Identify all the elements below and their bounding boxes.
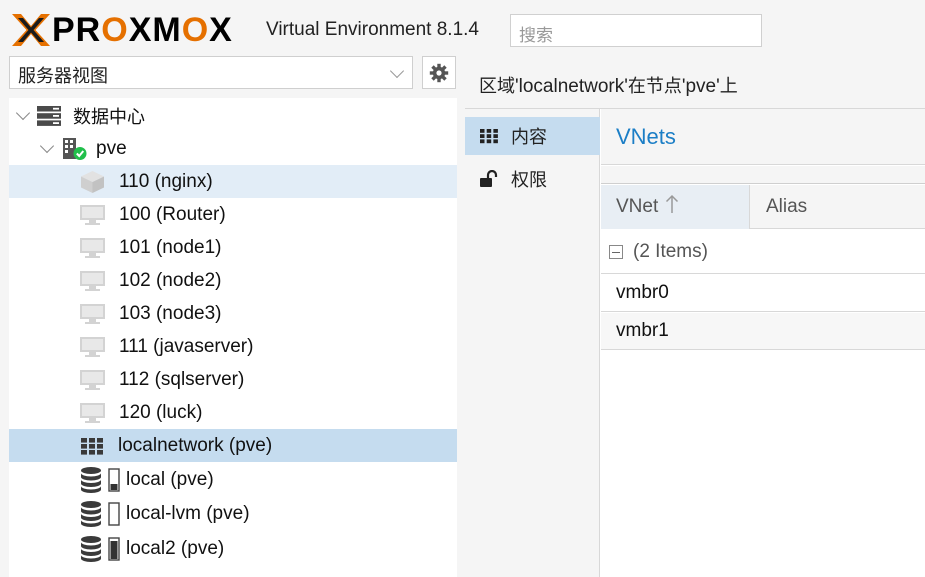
column-header-alias[interactable]: Alias [751, 185, 925, 229]
grid-icon [479, 128, 499, 144]
storage-icon [80, 466, 122, 494]
tab-label: 内容 [511, 127, 547, 148]
vm-icon [79, 402, 106, 424]
tree-item[interactable]: 100 (Router) [9, 198, 457, 231]
vm-icon [79, 204, 106, 226]
tree-item[interactable]: 101 (node1) [9, 231, 457, 264]
search-input[interactable]: 搜索 [510, 14, 762, 47]
expand-toggle-icon[interactable] [15, 105, 31, 121]
server-view-select[interactable]: 服务器视图 [9, 56, 413, 89]
tree-item-label: 111 (javaserver) [119, 335, 254, 357]
tree-item[interactable]: local-lvm (pve) [9, 498, 457, 531]
tree-item-label: 103 (node3) [119, 302, 222, 324]
gear-icon [429, 63, 449, 82]
content-area: 区域'localnetwork'在节点'pve'上 内容 权限 VNets VN… [465, 56, 925, 577]
vm-icon [79, 270, 106, 292]
group-count-label: (2 Items) [633, 240, 708, 262]
sdn-zone-icon [80, 437, 104, 455]
tree-item-label: localnetwork (pve) [118, 434, 273, 456]
tree-item-label: pve [96, 137, 127, 159]
column-header-vnet[interactable]: VNet [601, 185, 750, 229]
content-title: 区域'localnetwork'在节点'pve'上 [465, 56, 925, 108]
vm-icon [79, 369, 106, 391]
storage-icon [80, 535, 122, 563]
tree-item-node-pve[interactable]: pve [9, 132, 457, 165]
proxmox-x-icon [12, 14, 50, 46]
tree-item-label: 102 (node2) [119, 269, 222, 291]
tree-item-datacenter[interactable]: 数据中心 [9, 99, 457, 132]
tree-item[interactable]: 103 (node3) [9, 297, 457, 330]
grid-header: VNet Alias [601, 185, 925, 229]
storage-icon [80, 500, 122, 528]
tree-item-label: local2 (pve) [126, 537, 225, 559]
tree-item[interactable]: local (pve) [9, 463, 457, 496]
top-header: PROXMOX Virtual Environment 8.1.4 搜索 [0, 0, 925, 56]
tree-item[interactable]: 102 (node2) [9, 264, 457, 297]
tree-item[interactable]: 110 (nginx) [9, 165, 457, 198]
tree-item[interactable]: 120 (luck) [9, 396, 457, 429]
vm-icon [79, 303, 106, 325]
tab-permissions[interactable]: 权限 [465, 160, 600, 198]
server-view-value: 服务器视图 [18, 66, 108, 87]
grid-toolbar [601, 166, 925, 184]
node-online-icon [61, 137, 87, 161]
container-icon [79, 170, 106, 194]
panel-splitter[interactable] [457, 56, 465, 577]
collapse-group-icon[interactable] [609, 244, 623, 259]
vm-icon [79, 336, 106, 358]
table-row[interactable]: vmbr0 [601, 275, 925, 312]
tab-label: 权限 [511, 170, 547, 191]
tree-item-label: 112 (sqlserver) [119, 368, 245, 390]
tree-item-label: local-lvm (pve) [126, 503, 250, 524]
product-version: Virtual Environment 8.1.4 [266, 19, 479, 40]
vnet-name-cell: vmbr0 [616, 282, 669, 303]
tree-item[interactable]: local2 (pve) [9, 532, 457, 565]
vnet-name-cell: vmbr1 [616, 320, 669, 341]
tree-item[interactable]: localnetwork (pve) [9, 429, 457, 462]
proxmox-logo[interactable]: PROXMOX [10, 12, 233, 48]
vnets-panel: VNets VNet Alias (2 Items) vmbr0 vmbr1 [601, 109, 925, 577]
table-row[interactable]: vmbr1 [601, 313, 925, 350]
chevron-down-icon[interactable] [389, 63, 405, 79]
tree-item-label: 120 (luck) [119, 401, 203, 423]
expand-toggle-icon[interactable] [39, 138, 55, 154]
tree-item-label: 数据中心 [73, 106, 145, 128]
column-header-label: VNet [616, 196, 659, 217]
tree-item-label: 101 (node1) [119, 236, 222, 258]
content-tab-list: 内容 权限 [465, 109, 600, 577]
tree-item[interactable]: 112 (sqlserver) [9, 363, 457, 396]
panel-title: VNets [601, 109, 925, 165]
unlock-icon [479, 170, 499, 188]
resource-tree: 数据中心 pve 110 (nginx) 100 (Router) 101 (nod… [9, 98, 457, 577]
tree-settings-button[interactable] [422, 56, 456, 89]
tree-item-label: local (pve) [126, 468, 214, 490]
tree-item-label: 100 (Router) [119, 203, 226, 225]
proxmox-wordmark: PROXMOX [52, 11, 233, 49]
group-header-row[interactable]: (2 Items) [601, 230, 925, 274]
vm-icon [79, 237, 106, 259]
datacenter-server-icon [36, 105, 62, 127]
column-header-label: Alias [766, 196, 808, 217]
tree-item-label: 110 (nginx) [119, 170, 213, 192]
tab-content[interactable]: 内容 [465, 117, 600, 155]
tree-item[interactable]: 111 (javaserver) [9, 330, 457, 363]
sort-ascending-icon [665, 194, 679, 220]
